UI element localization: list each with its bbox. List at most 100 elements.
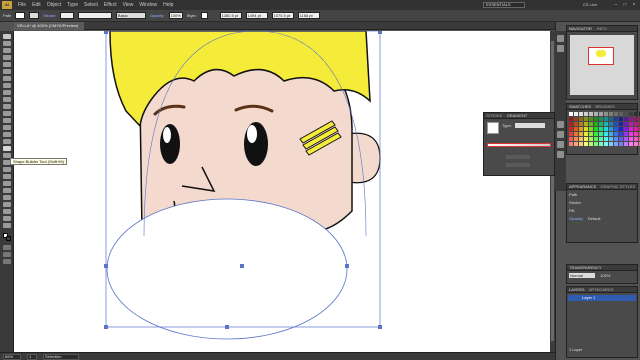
cs-live-button[interactable]: CS Live [583, 2, 597, 7]
navigator-preview[interactable] [570, 35, 634, 95]
swatch[interactable] [594, 137, 598, 141]
swatch[interactable] [634, 137, 638, 141]
opacity-field[interactable]: 100% [168, 12, 183, 19]
navigator-tab[interactable]: NAVIGATOR [569, 26, 592, 31]
transparency-panel-tabs[interactable]: TRANSPARENCY [567, 265, 637, 271]
swatch[interactable] [589, 127, 593, 131]
magic-wand-tool-icon[interactable] [3, 48, 11, 53]
appearance-panel-tabs[interactable]: APPEARANCE GRAPHIC STYLES [567, 184, 637, 190]
swatch[interactable] [569, 132, 573, 136]
menu-select[interactable]: Select [81, 2, 101, 8]
brushes-tab[interactable]: BRUSHES [595, 104, 614, 109]
variable-width-dropdown[interactable] [77, 12, 112, 19]
swatch[interactable] [589, 122, 593, 126]
shape-builder-tool-icon[interactable] [3, 146, 11, 151]
swatch[interactable] [599, 117, 603, 121]
paintbrush-tool-icon[interactable] [3, 90, 11, 95]
swatch[interactable] [574, 117, 578, 121]
stroke-label[interactable]: Stroke: [43, 13, 56, 18]
direct-selection-tool-icon[interactable] [3, 41, 11, 46]
symbol-sprayer-tool-icon[interactable] [3, 188, 11, 193]
scrollbar-thumb[interactable] [551, 41, 554, 341]
swatch[interactable] [624, 117, 628, 121]
swatch[interactable] [624, 132, 628, 136]
swatch[interactable] [579, 127, 583, 131]
gradient-tool-icon[interactable] [3, 167, 11, 172]
color-mode-icon[interactable] [3, 245, 11, 250]
status-tool-field[interactable]: Selection [43, 353, 79, 360]
menu-file[interactable]: File [15, 2, 29, 8]
menu-window[interactable]: Window [136, 2, 160, 8]
artboard-tool-icon[interactable] [3, 202, 11, 207]
swatch[interactable] [569, 112, 573, 116]
workspace-switcher[interactable]: ESSENTIALS [483, 2, 525, 8]
rectangle-tool-icon[interactable] [3, 83, 11, 88]
swatch[interactable] [634, 122, 638, 126]
swatch[interactable] [574, 112, 578, 116]
swatch[interactable] [629, 127, 633, 131]
screen-mode-icon[interactable] [3, 259, 11, 264]
swatch[interactable] [574, 127, 578, 131]
column-graph-tool-icon[interactable] [3, 195, 11, 200]
graphic-style-swatch[interactable] [200, 12, 208, 19]
layer-row[interactable]: Layer 1 [568, 295, 636, 301]
free-transform-tool-icon[interactable] [3, 139, 11, 144]
menu-object[interactable]: Object [44, 2, 64, 8]
swatch[interactable] [579, 132, 583, 136]
stroke-tab[interactable]: STROKE [486, 113, 502, 118]
menu-type[interactable]: Type [64, 2, 81, 8]
swatch[interactable] [614, 112, 618, 116]
appearance-stroke-row[interactable]: Stroke: [569, 200, 635, 206]
appearance-opacity-label[interactable]: Opacity: [569, 216, 584, 221]
gradient-preview[interactable] [487, 122, 499, 134]
swatch[interactable] [629, 132, 633, 136]
swatch[interactable] [594, 122, 598, 126]
swatch[interactable] [589, 112, 593, 116]
swatch[interactable] [614, 127, 618, 131]
swatch[interactable] [609, 117, 613, 121]
swatch[interactable] [614, 137, 618, 141]
swatch[interactable] [624, 137, 628, 141]
swatch[interactable] [584, 142, 588, 146]
stroke-panel-icon[interactable] [557, 141, 564, 148]
swatch[interactable] [574, 142, 578, 146]
gradient-slider[interactable] [487, 143, 551, 147]
lasso-tool-icon[interactable] [3, 55, 11, 60]
stroke-swatch[interactable] [29, 12, 40, 19]
swatch[interactable] [634, 127, 638, 131]
swatch[interactable] [574, 132, 578, 136]
rotate-tool-icon[interactable] [3, 118, 11, 123]
menu-view[interactable]: View [120, 2, 137, 8]
zoom-field[interactable]: 66% [3, 353, 21, 360]
swatch[interactable] [634, 142, 638, 146]
appearance-fill-row[interactable]: Fill: [569, 208, 635, 214]
swatch[interactable] [609, 112, 613, 116]
swatch[interactable] [579, 137, 583, 141]
swatch[interactable] [604, 117, 608, 121]
stroke-color-icon[interactable] [6, 236, 11, 241]
swatch[interactable] [599, 142, 603, 146]
swatch[interactable] [634, 112, 638, 116]
swatch[interactable] [589, 137, 593, 141]
swatch[interactable] [609, 132, 613, 136]
stroke-weight-field[interactable] [59, 12, 74, 19]
swatch[interactable] [624, 122, 628, 126]
artboards-tab[interactable]: ARTBOARDS [589, 287, 614, 292]
blob-brush-tool-icon[interactable] [3, 104, 11, 109]
opacity-label[interactable]: Opacity: [150, 13, 165, 18]
swatch[interactable] [604, 127, 608, 131]
y-field[interactable]: 1494 pt [245, 12, 268, 19]
swatch[interactable] [619, 132, 623, 136]
symbols-panel-icon[interactable] [557, 131, 564, 138]
swatch[interactable] [599, 122, 603, 126]
w-field[interactable]: 1075.5 pt [271, 12, 294, 19]
swatch[interactable] [599, 132, 603, 136]
gradient-opacity-field[interactable] [506, 163, 530, 167]
width-tool-icon[interactable] [3, 132, 11, 137]
color-panel-icon[interactable] [557, 35, 564, 42]
swatch[interactable] [609, 137, 613, 141]
stroke-panel-tabs[interactable]: STROKE GRADIENT [484, 113, 554, 119]
appearance-opacity-row[interactable]: Opacity: Default [569, 216, 635, 222]
transparency-opacity-field[interactable]: 100% [600, 273, 610, 278]
swatch[interactable] [619, 117, 623, 121]
